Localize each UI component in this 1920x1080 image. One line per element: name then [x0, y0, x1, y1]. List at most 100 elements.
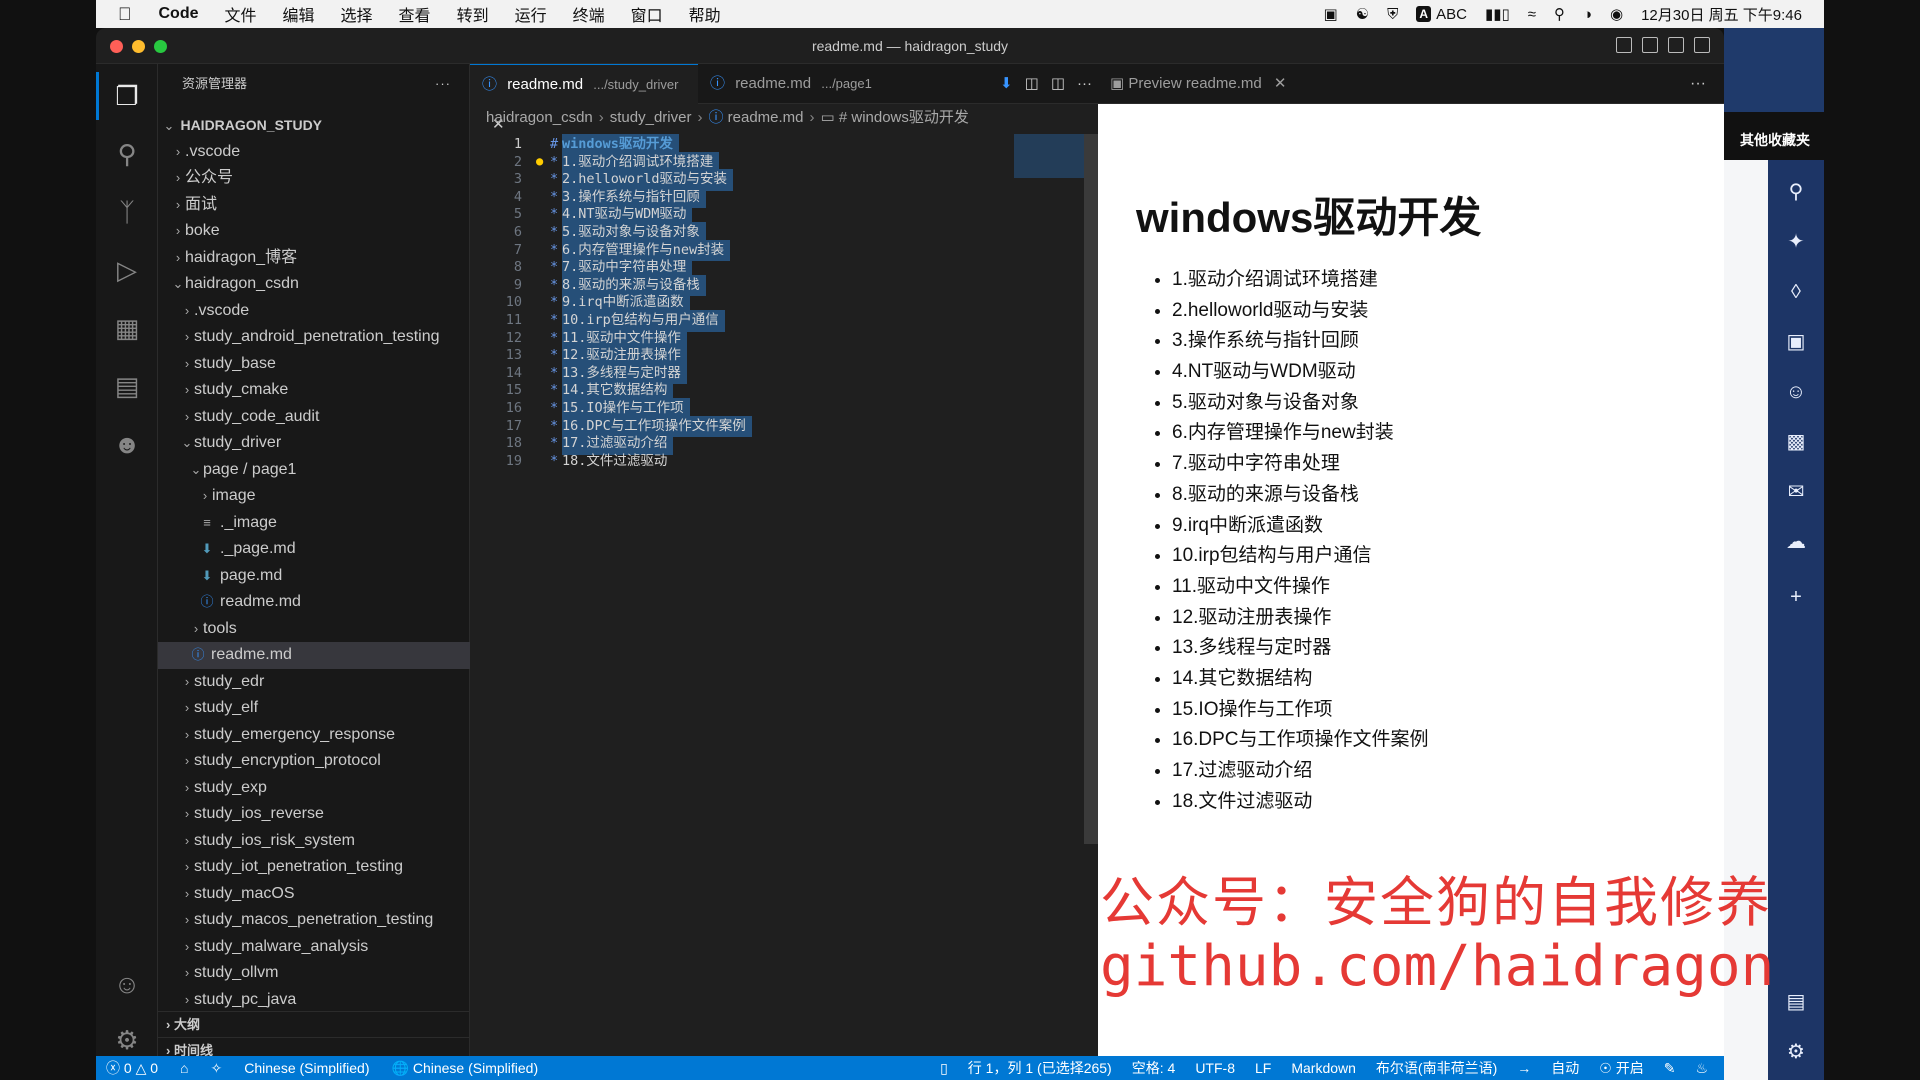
tab-readme-study-driver[interactable]: ⓘ readme.md .../study_driver ✕: [470, 64, 698, 133]
outline-section[interactable]: › 大纲: [158, 1011, 470, 1037]
close-tab-icon[interactable]: ✕: [1274, 75, 1287, 92]
notifications-bell-icon[interactable]: ♨: [1695, 1056, 1708, 1080]
tree-folder[interactable]: › study_exp: [158, 775, 470, 802]
remote-explorer-icon[interactable]: ▤: [111, 370, 143, 402]
menu-help[interactable]: 帮助: [676, 2, 734, 26]
tree-file[interactable]: ⬇ page.md: [158, 563, 470, 590]
tree-folder[interactable]: › study_encryption_protocol: [158, 748, 470, 775]
tree-folder[interactable]: › study_ollvm: [158, 960, 470, 987]
tree-folder[interactable]: › haidragon_博客: [158, 245, 470, 272]
apple-menu-icon[interactable]: : [96, 4, 146, 25]
browser-briefcase-icon[interactable]: ▣: [1784, 330, 1808, 354]
manage-gear-icon[interactable]: ⚙: [111, 1024, 143, 1056]
tree-file[interactable]: ⓘ readme.md: [158, 642, 470, 669]
close-window-button[interactable]: [110, 40, 123, 53]
language-status-1[interactable]: Chinese (Simplified): [244, 1056, 369, 1080]
browser-office-icon[interactable]: ▩: [1784, 430, 1808, 454]
code-line[interactable]: 19 * 18.文件过滤驱动: [470, 451, 1050, 473]
clipboard-icon[interactable]: ▯: [940, 1056, 948, 1080]
tree-folder[interactable]: › study_code_audit: [158, 404, 470, 431]
wifi-icon[interactable]: ≈: [1528, 6, 1536, 23]
problems-status[interactable]: ⓧ 0 △ 0: [106, 1056, 158, 1080]
tree-folder[interactable]: › study_cmake: [158, 377, 470, 404]
account-icon[interactable]: ☺: [111, 968, 143, 1000]
markdown-download-icon[interactable]: ⬇: [1000, 64, 1013, 104]
live-status[interactable]: ☉ 开启: [1599, 1056, 1643, 1080]
tree-folder[interactable]: › study_macOS: [158, 881, 470, 908]
minimize-window-button[interactable]: [132, 40, 145, 53]
arrow-icon[interactable]: →: [1517, 1056, 1531, 1080]
tree-folder[interactable]: › study_iot_penetration_testing: [158, 854, 470, 881]
control-center-icon[interactable]: ◑: [1583, 6, 1592, 23]
code-editor[interactable]: 1 # windows驱动开发 2 * 1.驱动介绍调试环境搭建 3 * 2.helloworl…: [470, 134, 1050, 1014]
tree-folder[interactable]: › boke: [158, 218, 470, 245]
search-icon[interactable]: ⚲: [1554, 5, 1565, 23]
tab-preview-readme[interactable]: ▣ Preview readme.md ✕: [1098, 64, 1298, 104]
tab-readme-page1[interactable]: ⓘ readme.md .../page1: [698, 64, 888, 104]
toggle-sidebar-icon[interactable]: [1616, 37, 1632, 53]
workspace-root[interactable]: ⌄ HAIDRAGON_STUDY: [158, 112, 470, 139]
menu-file[interactable]: 文件: [212, 2, 270, 26]
tree-folder[interactable]: › study_edr: [158, 669, 470, 696]
split-editor-icon[interactable]: ◫: [1051, 64, 1065, 104]
more-actions-icon[interactable]: ···: [435, 64, 451, 104]
tree-folder[interactable]: › 面试: [158, 192, 470, 219]
browser-tag-icon[interactable]: ◊: [1784, 280, 1808, 304]
auto-status[interactable]: 自动: [1551, 1056, 1579, 1080]
browser-add-icon[interactable]: +: [1784, 585, 1808, 609]
feedback-icon[interactable]: ✎: [1664, 1056, 1676, 1080]
tree-folder[interactable]: › study_emergency_response: [158, 722, 470, 749]
tree-folder[interactable]: › .vscode: [158, 139, 470, 166]
toggle-panel-icon[interactable]: [1642, 37, 1658, 53]
tree-folder[interactable]: ⌄study_driver: [158, 430, 470, 457]
broadcast-icon[interactable]: ✧: [211, 1056, 223, 1080]
tree-folder[interactable]: › study_macos_penetration_testing: [158, 907, 470, 934]
tree-folder[interactable]: › study_pc_java: [158, 987, 470, 1014]
search-icon[interactable]: ⚲: [111, 138, 143, 170]
language-mode[interactable]: Markdown: [1291, 1056, 1356, 1080]
editor-scrollbar[interactable]: [1084, 134, 1098, 844]
tree-folder[interactable]: › study_android_penetration_testing: [158, 324, 470, 351]
tree-folder[interactable]: ⌄page / page1: [158, 457, 470, 484]
tree-folder[interactable]: ⌄haidragon_csdn: [158, 271, 470, 298]
tree-folder[interactable]: › tools: [158, 616, 470, 643]
home-icon[interactable]: ⌂: [180, 1056, 188, 1080]
browser-sparkle-icon[interactable]: ✦: [1784, 230, 1808, 254]
browser-settings-icon[interactable]: ⚙: [1784, 1040, 1808, 1064]
browser-panel-icon[interactable]: ▤: [1784, 990, 1808, 1014]
browser-favorites[interactable]: 其他收藏夹: [1740, 130, 1810, 150]
tree-folder[interactable]: › study_elf: [158, 695, 470, 722]
tree-folder[interactable]: › image: [158, 483, 470, 510]
menu-edit[interactable]: 编辑: [270, 2, 328, 26]
tree-file[interactable]: ⓘ readme.md: [158, 589, 470, 616]
menubar-datetime[interactable]: 12月30日 周五 下午9:46: [1641, 4, 1802, 25]
more-actions-icon[interactable]: ···: [1077, 64, 1092, 104]
screen-record-icon[interactable]: ▣: [1324, 5, 1338, 23]
tree-file[interactable]: ≡ ._image: [158, 510, 470, 537]
tree-folder[interactable]: › 公众号: [158, 165, 470, 192]
battery-icon[interactable]: ▮▮▯: [1485, 5, 1510, 23]
copilot-icon[interactable]: ☻: [111, 428, 143, 460]
browser-outlook-icon[interactable]: ✉: [1784, 480, 1808, 504]
browser-people-icon[interactable]: ☺: [1784, 380, 1808, 404]
breadcrumb-item[interactable]: haidragon_csdn: [486, 109, 593, 126]
tree-folder[interactable]: › study_ios_reverse: [158, 801, 470, 828]
minimap-selection[interactable]: [1014, 134, 1084, 178]
tree-folder[interactable]: › .vscode: [158, 298, 470, 325]
source-control-icon[interactable]: ᛉ: [111, 196, 143, 228]
menu-run[interactable]: 运行: [502, 2, 560, 26]
end-of-line[interactable]: LF: [1255, 1056, 1271, 1080]
run-debug-icon[interactable]: ▷: [111, 254, 143, 286]
menu-terminal[interactable]: 终端: [560, 2, 618, 26]
open-preview-side-icon[interactable]: ◫: [1025, 64, 1039, 104]
zoom-window-button[interactable]: [154, 40, 167, 53]
breadcrumb-item[interactable]: # windows驱动开发: [839, 109, 969, 126]
explorer-icon[interactable]: ❐: [111, 80, 143, 112]
encoding[interactable]: UTF-8: [1195, 1056, 1235, 1080]
menu-window[interactable]: 窗口: [618, 2, 676, 26]
tree-folder[interactable]: › study_ios_risk_system: [158, 828, 470, 855]
breadcrumb-item[interactable]: readme.md: [728, 109, 804, 126]
menu-app-code[interactable]: Code: [146, 5, 212, 23]
menu-view[interactable]: 查看: [386, 2, 444, 26]
keyboard-layout[interactable]: 布尔语(南非荷兰语): [1376, 1056, 1497, 1080]
